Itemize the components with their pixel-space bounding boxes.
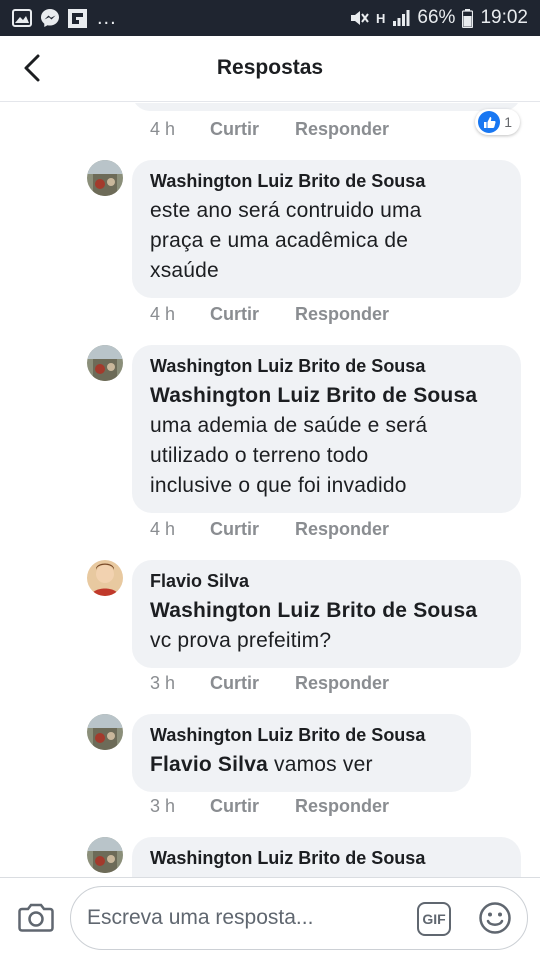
comment-author[interactable]: Washington Luiz Brito de Sousa [150,171,503,192]
comment-meta: 3 h Curtir Responder [150,796,389,817]
mute-icon [349,9,369,27]
avatar[interactable] [87,345,123,381]
reply-input-wrapper: GIF [70,886,528,950]
comment-line: vc prova prefeitim? [150,629,332,652]
comment-text: vamos ver [274,753,373,776]
status-bar: ... H 66% 19:02 [0,0,540,36]
comment-author[interactable]: Flavio Silva [150,571,503,592]
mention-link[interactable]: Washington Luiz Brito de Sousa [150,381,503,411]
reply-composer: GIF [0,877,540,960]
reply-button[interactable]: Responder [295,304,389,325]
smiley-icon [479,902,511,934]
comment-bubble: Flavio Silva Washington Luiz Brito de So… [132,560,521,668]
replies-list[interactable]: 4 h Curtir Responder 1 Washington Luiz B… [0,103,540,877]
thumbs-up-icon [478,111,501,133]
comment-line: uma ademia de saúde e será [150,414,428,437]
previous-comment-bubble [132,103,521,111]
comment-meta: 4 h Curtir Responder [150,119,389,140]
avatar[interactable] [87,714,123,750]
gif-button[interactable]: GIF [417,902,451,936]
flipboard-icon [68,8,87,28]
avatar[interactable] [87,160,123,196]
avatar[interactable] [87,837,123,873]
comment-line: utilizado o terreno todo [150,444,369,467]
clock: 19:02 [480,7,528,28]
camera-icon [18,903,54,932]
comment-time: 3 h [150,673,176,693]
comment-time: 4 h [150,304,176,324]
comment-body: Flavio Silva vamos ver [150,750,453,780]
comment-bubble: Washington Luiz Brito de Sousa este ano … [132,160,521,298]
reply-button[interactable]: Responder [295,119,389,140]
comment-author[interactable]: Washington Luiz Brito de Sousa [150,356,503,377]
like-button[interactable]: Curtir [210,119,295,140]
reply-button[interactable]: Responder [295,519,389,540]
comment-author[interactable]: Washington Luiz Brito de Sousa [150,725,453,746]
comment-meta: 4 h Curtir Responder [150,519,389,540]
mention-link[interactable]: Washington Luiz Brito de Sousa [150,596,503,626]
battery-percent: 66% [417,7,456,28]
gif-label: GIF [422,911,446,927]
mention-link[interactable]: Flavio Silva [150,753,268,776]
comment-time: 4 h [150,119,176,139]
reaction-badge[interactable]: 1 [475,109,520,135]
signal-icon [392,10,410,26]
network-type: H [376,10,386,26]
reply-button[interactable]: Responder [295,796,389,817]
battery-icon [462,8,474,28]
comment-bubble: Washington Luiz Brito de Sousa [132,837,521,877]
comment-author[interactable]: Washington Luiz Brito de Sousa [150,848,503,869]
comment-line: este ano será contruido uma [150,199,422,222]
comment-time: 4 h [150,519,176,539]
like-button[interactable]: Curtir [210,673,295,694]
more-notifications: ... [97,6,117,29]
comment-line: praça e uma acadêmica de [150,229,409,252]
system-status: H 66% 19:02 [349,7,528,29]
reply-button[interactable]: Responder [295,673,389,694]
emoji-button[interactable] [477,900,513,936]
like-button[interactable]: Curtir [210,304,295,325]
gallery-icon [12,9,32,27]
like-button[interactable]: Curtir [210,519,295,540]
reaction-count: 1 [504,114,512,130]
comment-bubble: Washington Luiz Brito de Sousa Washingto… [132,345,521,513]
comment-line: xsaúde [150,259,219,282]
messenger-icon [40,8,60,28]
comment-bubble: Washington Luiz Brito de Sousa Flavio Si… [132,714,471,792]
app-header: Respostas [0,36,540,102]
comment-meta: 4 h Curtir Responder [150,304,389,325]
reply-input[interactable] [87,887,407,949]
avatar[interactable] [87,560,123,596]
comment-line: inclusive o que foi invadido [150,474,407,497]
page-title: Respostas [216,56,324,79]
like-button[interactable]: Curtir [210,796,295,817]
notification-icons: ... [12,7,117,30]
camera-button[interactable] [16,897,56,937]
comment-time: 3 h [150,796,176,816]
comment-meta: 3 h Curtir Responder [150,673,389,694]
